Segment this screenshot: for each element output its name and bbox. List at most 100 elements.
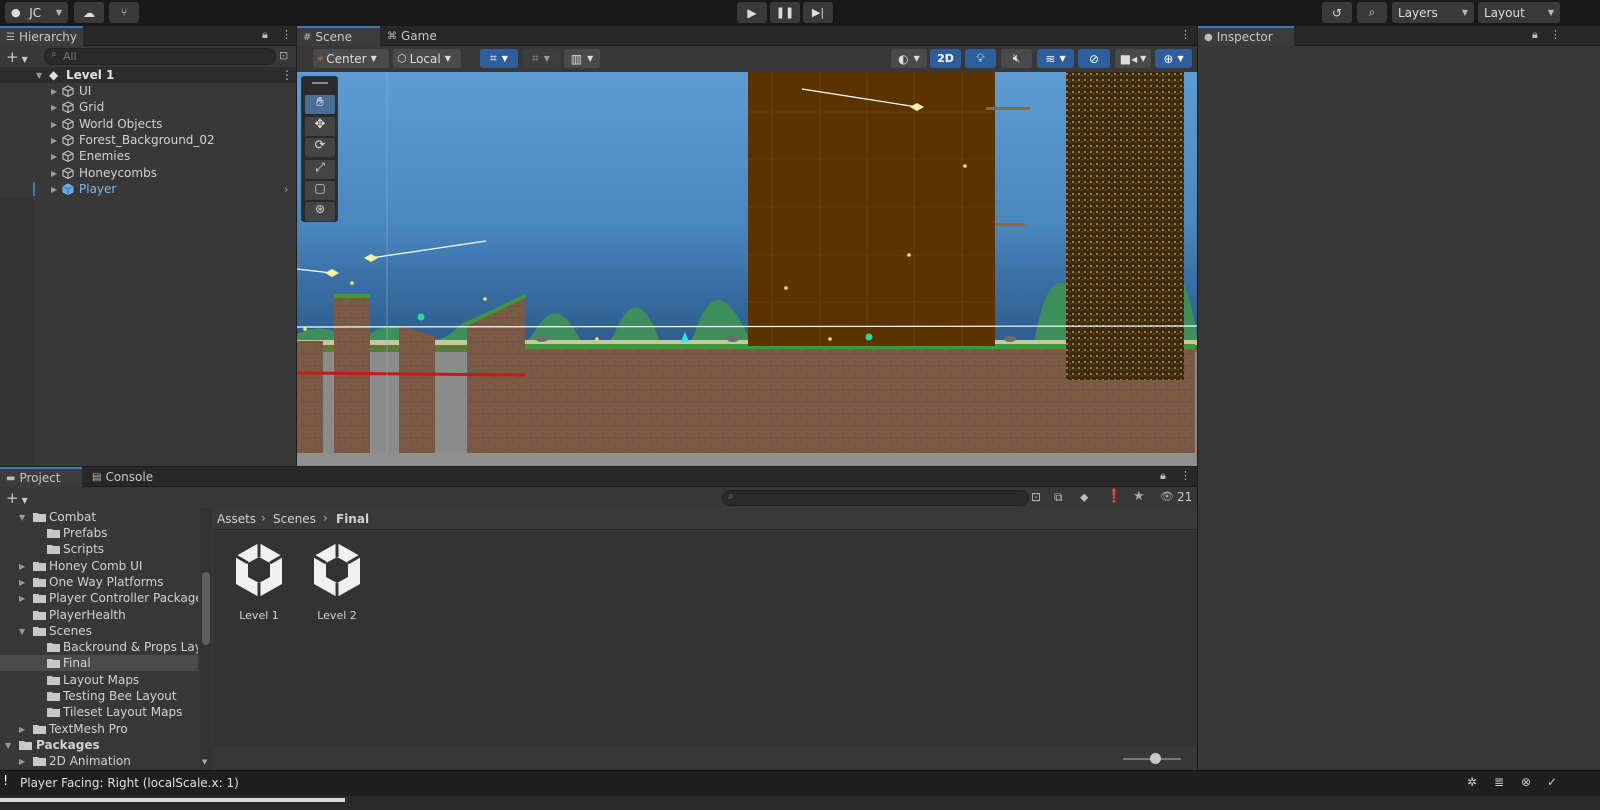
folder-honey-comb-ui[interactable]: ▶ Honey Comb UI — [0, 558, 198, 574]
filter-type-icon[interactable]: ⧉ — [1054, 490, 1063, 505]
folder-tree-scrollbar[interactable]: ▼ — [200, 508, 212, 770]
hierarchy-item-enemies[interactable]: ▶ Enemies — [0, 148, 296, 164]
hierarchy-item-ui[interactable]: ▶ UI — [0, 83, 296, 99]
account-dropdown[interactable]: ● JC ▼ — [5, 2, 68, 23]
tab-inspector[interactable]: ● Inspector — [1198, 26, 1294, 46]
slider-thumb[interactable] — [1150, 753, 1161, 764]
label-tag-icon[interactable]: ⬥ — [1080, 490, 1088, 505]
progress-check-icon[interactable]: ✓ — [1547, 775, 1557, 789]
transform-tool-button[interactable]: ⊛ — [305, 202, 335, 221]
rect-tool-button[interactable]: ▢ — [305, 181, 335, 200]
collab-button[interactable]: ⑂ — [109, 2, 139, 23]
lock-icon[interactable]: 🔒︎ — [1160, 469, 1166, 483]
status-message[interactable]: Player Facing: Right (localScale.x: 1) — [20, 776, 239, 790]
collapsed-arrow-icon[interactable]: ▶ — [51, 152, 57, 161]
2d-mode-toggle[interactable]: 2D — [930, 49, 961, 68]
cloud-button[interactable]: ☁ — [74, 2, 104, 23]
folder-2d-animation[interactable]: ▶ 2D Animation — [0, 753, 198, 769]
expand-arrow-icon[interactable]: ▼ — [19, 627, 25, 636]
scene-asset-level-2[interactable]: Level 2 — [305, 541, 369, 623]
folder-testing-bee-layout[interactable]: Testing Bee Layout — [0, 688, 198, 704]
draw-mode-dropdown[interactable]: ◐ ▼ — [891, 49, 927, 68]
expand-arrow-icon[interactable]: ▼ — [19, 513, 25, 522]
step-button[interactable]: ▶| — [803, 2, 833, 23]
project-search[interactable]: ⌕ — [722, 490, 1029, 506]
pivot-dropdown[interactable]: ⌖ Center ▼ — [313, 49, 389, 68]
collapsed-arrow-icon[interactable]: ▶ — [51, 185, 57, 194]
cache-server-icon[interactable]: ≣ — [1494, 775, 1504, 789]
effects-toggle[interactable]: ≋ ▼ — [1037, 49, 1074, 68]
hierarchy-item-world-objects[interactable]: ▶ World Objects — [0, 116, 296, 132]
collapsed-arrow-icon[interactable]: ▶ — [51, 103, 57, 112]
expand-arrow-icon[interactable]: ▼ — [5, 741, 11, 750]
scene-visibility-toggle[interactable]: ⊘ — [1078, 49, 1110, 68]
folder-tileset-layout-maps[interactable]: Tileset Layout Maps — [0, 704, 198, 720]
collapsed-arrow-icon[interactable]: ▶ — [19, 562, 25, 571]
audio-toggle[interactable]: 🔇︎ — [1001, 49, 1032, 68]
expand-arrow-icon[interactable]: ▼ — [36, 71, 42, 80]
folder-backround-props-layout[interactable]: Backround & Props Layout — [0, 639, 198, 655]
hand-tool-button[interactable]: ✋︎ — [305, 95, 335, 114]
kebab-menu-icon[interactable]: ⋮ — [1180, 28, 1191, 41]
tab-scene[interactable]: # Scene — [297, 26, 380, 46]
folder-one-way-platforms[interactable]: ▶ One Way Platforms — [0, 574, 198, 590]
favorite-star-icon[interactable]: ★ — [1133, 489, 1145, 504]
search-by-type-icon[interactable]: ⊡ — [279, 49, 288, 62]
warning-filter-icon[interactable]: ❗ — [1106, 489, 1122, 504]
breadcrumb-scenes[interactable]: Scenes — [273, 512, 316, 526]
search-by-type-icon[interactable]: ⊡ — [1031, 490, 1041, 504]
hierarchy-search[interactable]: ⌕ — [44, 48, 276, 65]
scrollbar-thumb[interactable] — [202, 572, 210, 645]
collapsed-arrow-icon[interactable]: ▶ — [51, 169, 57, 178]
play-button[interactable]: ▶ — [737, 2, 767, 23]
create-button[interactable]: + ▼ — [6, 48, 28, 66]
hierarchy-search-input[interactable] — [63, 50, 263, 63]
grid-visibility-button[interactable]: ▥ ▼ — [564, 49, 600, 68]
scroll-down-icon[interactable]: ▼ — [202, 758, 207, 766]
folder-final[interactable]: Final — [0, 655, 198, 671]
increment-snap-button[interactable]: ⌗ ▼ — [522, 49, 560, 68]
folder-prefabs[interactable]: Prefabs — [0, 525, 198, 541]
folder-combat[interactable]: ▼ Combat — [0, 509, 198, 525]
folder-playerhealth[interactable]: PlayerHealth — [0, 607, 198, 623]
drag-handle-icon[interactable] — [312, 82, 328, 84]
tab-project[interactable]: ▬ Project — [0, 467, 82, 487]
collapsed-arrow-icon[interactable]: ▶ — [51, 87, 57, 96]
kebab-menu-icon[interactable]: ⋮ — [281, 68, 293, 82]
search-button[interactable]: ⌕ — [1357, 2, 1387, 23]
hierarchy-item-honeycombs[interactable]: ▶ Honeycombs — [0, 165, 296, 181]
lock-icon[interactable]: 🔒︎ — [1532, 28, 1538, 42]
auto-generate-lighting-icon[interactable]: ⊗ — [1521, 775, 1531, 789]
collapsed-arrow-icon[interactable]: ▶ — [19, 594, 25, 603]
folder-scripts[interactable]: Scripts — [0, 541, 198, 557]
folder-packages[interactable]: ▼ Packages — [0, 737, 198, 753]
grid-snap-toggle[interactable]: ⌗ ▼ — [480, 49, 518, 68]
breadcrumb-final[interactable]: Final — [336, 512, 369, 526]
folder-textmesh-pro[interactable]: ▶ TextMesh Pro — [0, 721, 198, 737]
lighting-toggle[interactable]: 💡︎ — [965, 49, 996, 68]
kebab-menu-icon[interactable]: ⋮ — [1550, 28, 1561, 41]
debug-bug-icon[interactable]: ✲ — [1467, 775, 1477, 789]
undo-history-button[interactable]: ↺ — [1322, 2, 1352, 23]
folder-player-controller-package[interactable]: ▶ Player Controller Package — [0, 590, 198, 606]
scene-root-row[interactable]: ▼ ◆ Level 1 ⋮ — [0, 67, 296, 83]
pause-button[interactable]: ❚❚ — [770, 2, 800, 23]
scene-asset-level-1[interactable]: Level 1 — [227, 541, 291, 623]
kebab-menu-icon[interactable]: ⋮ — [1180, 469, 1191, 482]
hidden-packages-icon[interactable]: 👁︎ — [1160, 490, 1174, 503]
collapsed-arrow-icon[interactable]: ▶ — [51, 136, 57, 145]
hierarchy-item-player[interactable]: ▶ Player › — [0, 181, 296, 197]
camera-settings-dropdown[interactable]: ■◂ ▼ — [1115, 49, 1151, 68]
layers-dropdown[interactable]: Layers ▼ — [1392, 2, 1474, 23]
collapsed-arrow-icon[interactable]: ▶ — [19, 757, 25, 766]
create-asset-button[interactable]: + ▼ — [6, 489, 28, 507]
scene-viewport[interactable]: ✋︎ ✥ ⟳ ⤢ ▢ ⊛ — [297, 72, 1197, 466]
collapsed-arrow-icon[interactable]: ▶ — [19, 725, 25, 734]
folder-layout-maps[interactable]: Layout Maps — [0, 672, 198, 688]
hierarchy-item-grid[interactable]: ▶ Grid — [0, 99, 296, 115]
scale-tool-button[interactable]: ⤢ — [305, 160, 335, 179]
folder-scenes[interactable]: ▼ Scenes — [0, 623, 198, 639]
rotate-tool-button[interactable]: ⟳ — [305, 138, 335, 157]
tab-game[interactable]: ⌘ Game — [381, 26, 443, 46]
kebab-menu-icon[interactable]: ⋮ — [281, 28, 292, 41]
